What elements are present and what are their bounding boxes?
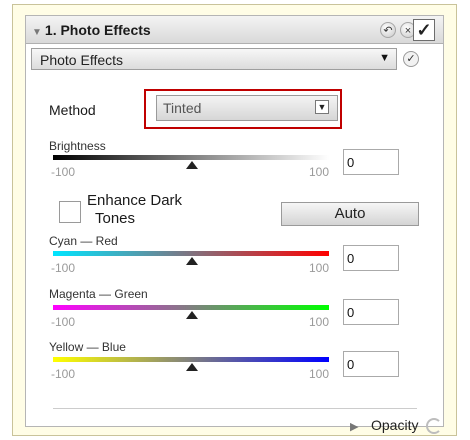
- method-arrow-icon: ▼: [315, 100, 329, 114]
- effect-visibility-icon[interactable]: ✓: [403, 51, 419, 67]
- enhance-dark-tones-label-1: Enhance Dark: [87, 192, 183, 209]
- photo-effects-panel: ▼ 1. Photo Effects ↶ × ✓ Photo Effects ▼ …: [12, 4, 457, 436]
- panel-title-text: 1. Photo Effects: [44, 22, 151, 38]
- yellow-blue-slider-thumb[interactable]: [186, 363, 198, 371]
- cyan-red-slider-track[interactable]: [53, 251, 329, 256]
- brightness-label: Brightness: [49, 139, 106, 153]
- brightness-min-label: -100: [51, 165, 76, 179]
- yellow-blue-max-label: 100: [309, 367, 330, 381]
- expand-triangle-icon[interactable]: ▶: [350, 420, 358, 433]
- check-icon: ✓: [416, 20, 432, 40]
- divider: [53, 408, 417, 409]
- yellow-blue-min-label: -100: [51, 367, 76, 381]
- magenta-green-min-label: -100: [51, 315, 76, 329]
- panel-header[interactable]: ▼ 1. Photo Effects ↶ × ✓: [26, 16, 443, 44]
- yellow-blue-slider-track[interactable]: [53, 357, 329, 362]
- method-select[interactable]: Tinted ▼: [156, 95, 338, 121]
- cyan-red-max-label: 100: [309, 261, 330, 275]
- brightness-input[interactable]: [343, 149, 399, 175]
- enhance-dark-tones-label-2: Tones: [95, 210, 136, 227]
- opacity-label[interactable]: Opacity: [371, 417, 418, 433]
- method-value: Tinted: [163, 100, 202, 116]
- yellow-blue-input[interactable]: [343, 351, 399, 377]
- panel-title[interactable]: ▼ 1. Photo Effects: [32, 22, 151, 38]
- enhance-dark-tones-checkbox[interactable]: [59, 201, 81, 223]
- cyan-red-input[interactable]: [343, 245, 399, 271]
- method-label: Method: [49, 102, 96, 118]
- magenta-green-max-label: 100: [309, 315, 330, 329]
- auto-button[interactable]: Auto: [281, 202, 419, 226]
- effect-dropdown-value: Photo Effects: [40, 52, 124, 68]
- enable-checkbox[interactable]: ✓: [413, 19, 435, 41]
- brightness-max-label: 100: [309, 165, 330, 179]
- dropdown-arrow-icon: ▼: [379, 52, 390, 64]
- effect-dropdown[interactable]: Photo Effects ▼: [31, 48, 397, 70]
- cyan-red-label: Cyan — Red: [49, 234, 118, 248]
- magenta-green-input[interactable]: [343, 299, 399, 325]
- magenta-green-slider-track[interactable]: [53, 305, 329, 310]
- magenta-green-label: Magenta — Green: [49, 287, 148, 301]
- cyan-red-min-label: -100: [51, 261, 76, 275]
- opacity-toggle-icon[interactable]: [426, 418, 442, 434]
- cyan-red-slider-thumb[interactable]: [186, 257, 198, 265]
- brightness-slider-track[interactable]: [53, 155, 329, 160]
- undo-icon[interactable]: ↶: [380, 22, 396, 38]
- magenta-green-slider-thumb[interactable]: [186, 311, 198, 319]
- collapse-triangle-icon[interactable]: ▼: [32, 27, 42, 38]
- yellow-blue-label: Yellow — Blue: [49, 340, 126, 354]
- brightness-slider-thumb[interactable]: [186, 161, 198, 169]
